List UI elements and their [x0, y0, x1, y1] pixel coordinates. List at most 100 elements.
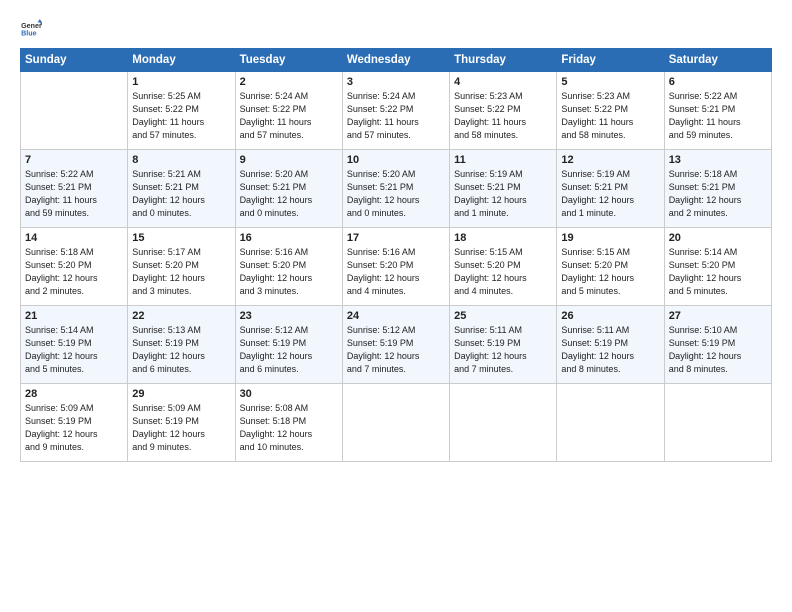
day-number: 25: [454, 310, 552, 322]
col-header-sunday: Sunday: [21, 49, 128, 72]
day-cell: 13 Sunrise: 5:18 AM Sunset: 5:21 PM Dayli…: [664, 150, 771, 228]
day-info: Sunrise: 5:11 AM Sunset: 5:19 PM Dayligh…: [561, 324, 659, 376]
day-cell: 16 Sunrise: 5:16 AM Sunset: 5:20 PM Dayli…: [235, 228, 342, 306]
day-info: Sunrise: 5:13 AM Sunset: 5:19 PM Dayligh…: [132, 324, 230, 376]
day-info: Sunrise: 5:20 AM Sunset: 5:21 PM Dayligh…: [347, 168, 445, 220]
day-info: Sunrise: 5:18 AM Sunset: 5:21 PM Dayligh…: [669, 168, 767, 220]
day-number: 6: [669, 76, 767, 88]
day-number: 17: [347, 232, 445, 244]
day-info: Sunrise: 5:08 AM Sunset: 5:18 PM Dayligh…: [240, 402, 338, 454]
day-cell: 4 Sunrise: 5:23 AM Sunset: 5:22 PM Daylig…: [450, 72, 557, 150]
day-info: Sunrise: 5:11 AM Sunset: 5:19 PM Dayligh…: [454, 324, 552, 376]
week-row-4: 21 Sunrise: 5:14 AM Sunset: 5:19 PM Dayli…: [21, 306, 772, 384]
day-info: Sunrise: 5:25 AM Sunset: 5:22 PM Dayligh…: [132, 90, 230, 142]
day-cell: 1 Sunrise: 5:25 AM Sunset: 5:22 PM Daylig…: [128, 72, 235, 150]
col-header-saturday: Saturday: [664, 49, 771, 72]
day-cell: 25 Sunrise: 5:11 AM Sunset: 5:19 PM Dayli…: [450, 306, 557, 384]
day-info: Sunrise: 5:18 AM Sunset: 5:20 PM Dayligh…: [25, 246, 123, 298]
day-number: 14: [25, 232, 123, 244]
week-row-2: 7 Sunrise: 5:22 AM Sunset: 5:21 PM Daylig…: [21, 150, 772, 228]
logo-icon: General Blue: [20, 18, 42, 40]
col-header-friday: Friday: [557, 49, 664, 72]
day-number: 12: [561, 154, 659, 166]
day-number: 4: [454, 76, 552, 88]
day-number: 2: [240, 76, 338, 88]
day-info: Sunrise: 5:16 AM Sunset: 5:20 PM Dayligh…: [240, 246, 338, 298]
day-info: Sunrise: 5:15 AM Sunset: 5:20 PM Dayligh…: [454, 246, 552, 298]
day-number: 11: [454, 154, 552, 166]
calendar-table: SundayMondayTuesdayWednesdayThursdayFrid…: [20, 48, 772, 462]
day-cell: 29Sunrise: 5:09 AM Sunset: 5:19 PM Dayli…: [128, 384, 235, 462]
day-number: 28: [25, 388, 123, 400]
day-number: 13: [669, 154, 767, 166]
day-cell: 30 Sunrise: 5:08 AM Sunset: 5:18 PM Dayli…: [235, 384, 342, 462]
day-number: 19: [561, 232, 659, 244]
day-info: Sunrise: 5:23 AM Sunset: 5:22 PM Dayligh…: [454, 90, 552, 142]
day-cell: 27 Sunrise: 5:10 AM Sunset: 5:19 PM Dayli…: [664, 306, 771, 384]
day-cell: 6 Sunrise: 5:22 AM Sunset: 5:21 PM Daylig…: [664, 72, 771, 150]
header: General Blue: [20, 18, 772, 40]
day-number: 20: [669, 232, 767, 244]
day-cell: 28 Sunrise: 5:09 AM Sunset: 5:19 PM Dayli…: [21, 384, 128, 462]
day-info: Sunrise: 5:17 AM Sunset: 5:20 PM Dayligh…: [132, 246, 230, 298]
day-cell: 24 Sunrise: 5:12 AM Sunset: 5:19 PM Dayli…: [342, 306, 449, 384]
day-info: Sunrise: 5:23 AM Sunset: 5:22 PM Dayligh…: [561, 90, 659, 142]
day-info: Sunrise: 5:21 AM Sunset: 5:21 PM Dayligh…: [132, 168, 230, 220]
col-header-tuesday: Tuesday: [235, 49, 342, 72]
day-cell: 18 Sunrise: 5:15 AM Sunset: 5:20 PM Dayli…: [450, 228, 557, 306]
day-cell: [21, 72, 128, 150]
day-cell: 21 Sunrise: 5:14 AM Sunset: 5:19 PM Dayli…: [21, 306, 128, 384]
day-number: 18: [454, 232, 552, 244]
day-number: 7: [25, 154, 123, 166]
day-number: 27: [669, 310, 767, 322]
day-cell: 2 Sunrise: 5:24 AM Sunset: 5:22 PM Daylig…: [235, 72, 342, 150]
day-info: Sunrise: 5:24 AM Sunset: 5:22 PM Dayligh…: [240, 90, 338, 142]
day-cell: 14 Sunrise: 5:18 AM Sunset: 5:20 PM Dayli…: [21, 228, 128, 306]
calendar-header-row: SundayMondayTuesdayWednesdayThursdayFrid…: [21, 49, 772, 72]
day-number: 15: [132, 232, 230, 244]
col-header-thursday: Thursday: [450, 49, 557, 72]
day-cell: [557, 384, 664, 462]
day-info: Sunrise: 5:12 AM Sunset: 5:19 PM Dayligh…: [347, 324, 445, 376]
day-cell: 23 Sunrise: 5:12 AM Sunset: 5:19 PM Dayli…: [235, 306, 342, 384]
day-cell: 26Sunrise: 5:11 AM Sunset: 5:19 PM Dayli…: [557, 306, 664, 384]
day-info: Sunrise: 5:09 AM Sunset: 5:19 PM Dayligh…: [132, 402, 230, 454]
day-info: Sunrise: 5:16 AM Sunset: 5:20 PM Dayligh…: [347, 246, 445, 298]
day-number: 16: [240, 232, 338, 244]
svg-text:General: General: [21, 22, 42, 30]
day-info: Sunrise: 5:15 AM Sunset: 5:20 PM Dayligh…: [561, 246, 659, 298]
day-cell: 3 Sunrise: 5:24 AM Sunset: 5:22 PM Daylig…: [342, 72, 449, 150]
day-info: Sunrise: 5:12 AM Sunset: 5:19 PM Dayligh…: [240, 324, 338, 376]
day-number: 22: [132, 310, 230, 322]
day-info: Sunrise: 5:22 AM Sunset: 5:21 PM Dayligh…: [25, 168, 123, 220]
day-cell: 22 Sunrise: 5:13 AM Sunset: 5:19 PM Dayli…: [128, 306, 235, 384]
day-number: 1: [132, 76, 230, 88]
day-number: 30: [240, 388, 338, 400]
day-cell: 20 Sunrise: 5:14 AM Sunset: 5:20 PM Dayli…: [664, 228, 771, 306]
week-row-3: 14 Sunrise: 5:18 AM Sunset: 5:20 PM Dayli…: [21, 228, 772, 306]
day-info: Sunrise: 5:19 AM Sunset: 5:21 PM Dayligh…: [454, 168, 552, 220]
day-number: 3: [347, 76, 445, 88]
day-number: 9: [240, 154, 338, 166]
day-cell: 8Sunrise: 5:21 AM Sunset: 5:21 PM Daylig…: [128, 150, 235, 228]
day-info: Sunrise: 5:10 AM Sunset: 5:19 PM Dayligh…: [669, 324, 767, 376]
day-cell: [342, 384, 449, 462]
svg-text:Blue: Blue: [21, 30, 37, 38]
day-info: Sunrise: 5:14 AM Sunset: 5:20 PM Dayligh…: [669, 246, 767, 298]
day-cell: [664, 384, 771, 462]
day-cell: 7 Sunrise: 5:22 AM Sunset: 5:21 PM Daylig…: [21, 150, 128, 228]
day-info: Sunrise: 5:09 AM Sunset: 5:19 PM Dayligh…: [25, 402, 123, 454]
day-info: Sunrise: 5:14 AM Sunset: 5:19 PM Dayligh…: [25, 324, 123, 376]
day-info: Sunrise: 5:19 AM Sunset: 5:21 PM Dayligh…: [561, 168, 659, 220]
day-number: 5: [561, 76, 659, 88]
day-number: 23: [240, 310, 338, 322]
logo: General Blue: [20, 18, 46, 40]
col-header-monday: Monday: [128, 49, 235, 72]
day-info: Sunrise: 5:22 AM Sunset: 5:21 PM Dayligh…: [669, 90, 767, 142]
day-number: 21: [25, 310, 123, 322]
week-row-1: 1 Sunrise: 5:25 AM Sunset: 5:22 PM Daylig…: [21, 72, 772, 150]
day-cell: 10Sunrise: 5:20 AM Sunset: 5:21 PM Dayli…: [342, 150, 449, 228]
col-header-wednesday: Wednesday: [342, 49, 449, 72]
day-info: Sunrise: 5:24 AM Sunset: 5:22 PM Dayligh…: [347, 90, 445, 142]
day-number: 24: [347, 310, 445, 322]
